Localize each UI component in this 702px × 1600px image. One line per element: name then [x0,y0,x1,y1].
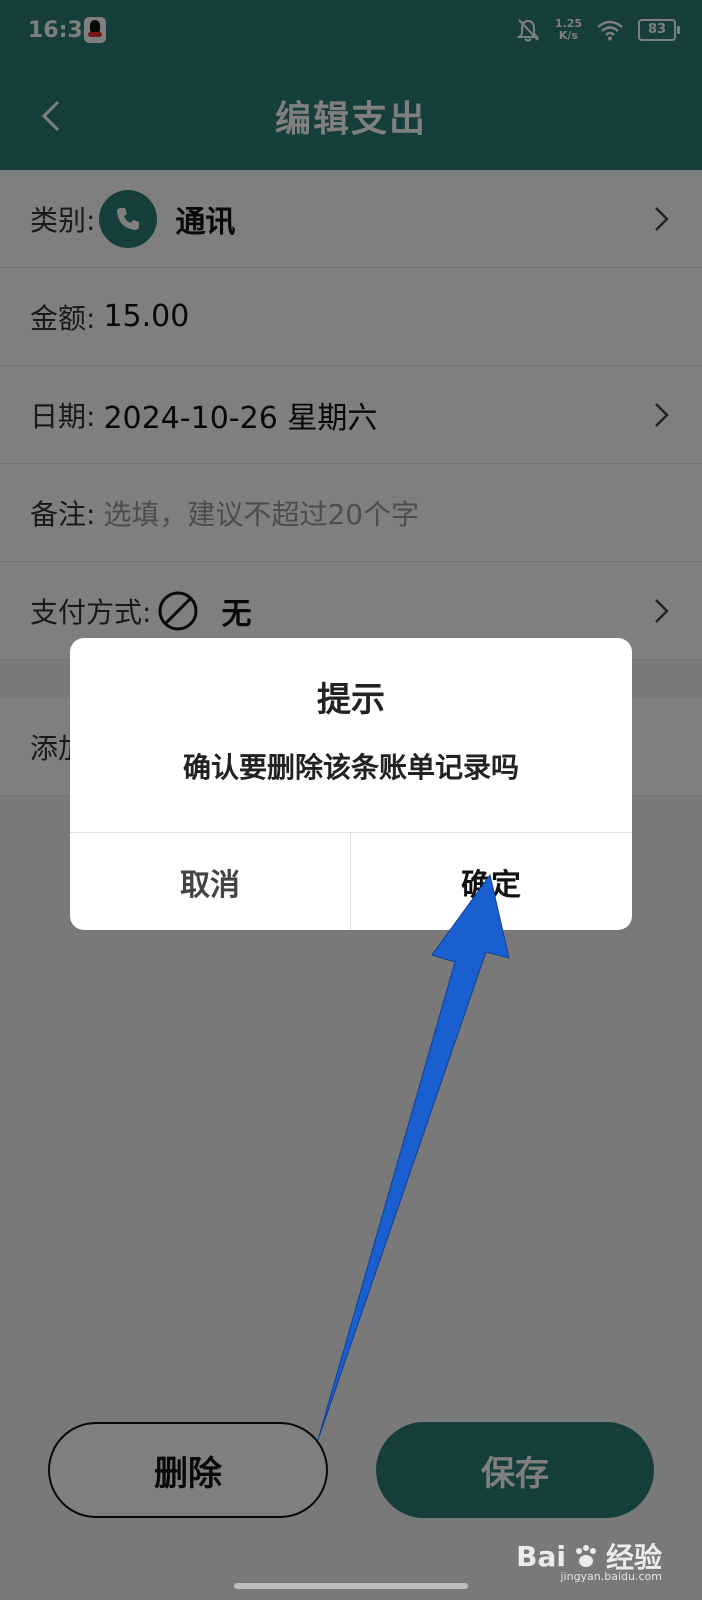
home-indicator[interactable] [234,1583,468,1589]
watermark-url: jingyan.baidu.com [560,1570,662,1583]
dialog-message: 确认要删除该条账单记录吗 [182,751,519,784]
confirm-button[interactable]: 确定 [351,833,631,930]
paw-icon [575,1545,596,1567]
confirm-dialog: 提示 确认要删除该条账单记录吗 取消 确定 [70,638,632,930]
cancel-button[interactable]: 取消 [70,833,350,930]
watermark-brand: Bai [516,1539,566,1573]
baidu-watermark: Bai 经验 jingyan.baidu.com [516,1536,662,1584]
dialog-title: 提示 [317,680,385,720]
